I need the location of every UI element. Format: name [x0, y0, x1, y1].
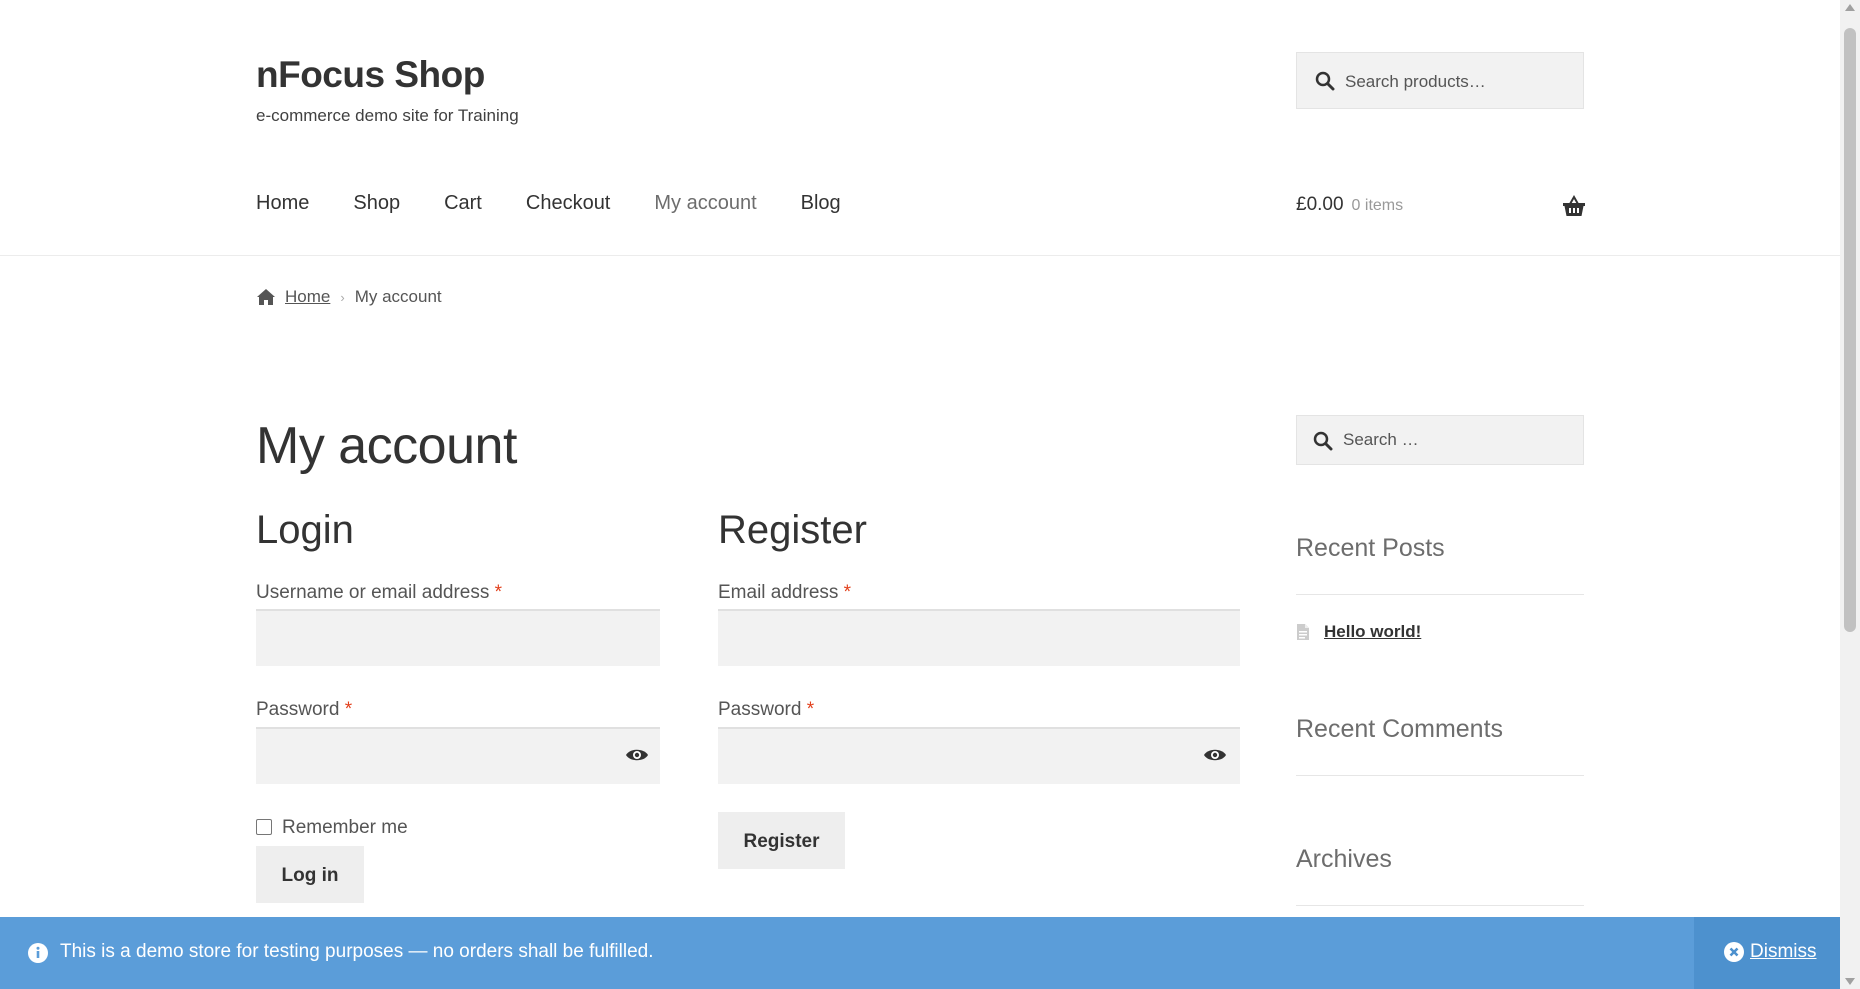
vertical-scrollbar[interactable]	[1840, 0, 1860, 989]
register-button[interactable]: Register	[718, 812, 845, 869]
register-email-input[interactable]	[718, 609, 1240, 666]
sidebar-search-box[interactable]: Search …	[1296, 415, 1584, 465]
primary-navigation: Home Shop Cart Checkout My account Blog	[256, 192, 841, 215]
nav-blog[interactable]: Blog	[801, 192, 841, 215]
register-heading: Register	[718, 508, 867, 552]
login-password-input[interactable]	[256, 727, 660, 784]
nav-shop[interactable]: Shop	[353, 192, 400, 215]
info-icon	[28, 943, 48, 963]
dismiss-area: Dismiss	[1694, 917, 1840, 989]
show-password-eye-icon[interactable]	[1203, 747, 1227, 763]
login-heading: Login	[256, 508, 354, 552]
breadcrumb-home-link[interactable]: Home	[285, 287, 330, 307]
site-tagline: e-commerce demo site for Training	[256, 106, 519, 125]
breadcrumb: Home › My account	[256, 287, 442, 307]
store-notice-message: This is a demo store for testing purpose…	[60, 941, 654, 962]
username-input[interactable]	[256, 609, 660, 666]
store-notice: This is a demo store for testing purpose…	[0, 917, 1840, 989]
dismiss-button[interactable]: Dismiss	[1724, 941, 1817, 963]
basket-icon[interactable]	[1562, 195, 1586, 217]
register-password-label: Password *	[718, 699, 814, 721]
recent-post-link[interactable]: Hello world!	[1324, 622, 1421, 642]
register-password-input[interactable]	[718, 727, 1240, 784]
nav-my-account[interactable]: My account	[654, 192, 756, 215]
required-marker: *	[806, 699, 815, 720]
nav-checkout[interactable]: Checkout	[526, 192, 611, 215]
username-label-text: Username or email address	[256, 582, 490, 603]
product-search-box[interactable]	[1296, 52, 1584, 110]
close-circle-icon	[1724, 942, 1744, 962]
register-email-label-text: Email address	[718, 582, 839, 603]
document-icon	[1297, 624, 1309, 640]
register-email-label: Email address *	[718, 582, 851, 604]
breadcrumb-separator-icon: ›	[340, 289, 345, 305]
site-title[interactable]: nFocus Shop	[256, 54, 485, 96]
breadcrumb-current: My account	[354, 287, 442, 306]
register-password-label-text: Password	[718, 699, 802, 720]
show-password-eye-icon[interactable]	[625, 747, 649, 763]
page-title: My account	[256, 417, 517, 475]
product-search-input[interactable]	[1343, 53, 1577, 110]
page: nFocus Shop e-commerce demo site for Tra…	[0, 0, 1840, 989]
remember-me-label[interactable]: Remember me	[282, 817, 408, 839]
recent-posts-title: Recent Posts	[1296, 534, 1445, 562]
scroll-up-arrow-icon[interactable]	[1845, 4, 1855, 11]
required-marker: *	[344, 699, 353, 720]
remember-me-checkbox[interactable]	[256, 819, 272, 835]
dismiss-label[interactable]: Dismiss	[1750, 941, 1817, 963]
scroll-down-arrow-icon[interactable]	[1845, 978, 1855, 985]
cart-item-count: 0 items	[1351, 197, 1404, 214]
username-label: Username or email address *	[256, 582, 502, 604]
search-icon	[1313, 431, 1333, 451]
required-marker: *	[494, 582, 503, 603]
cart-total: £0.00	[1296, 194, 1344, 215]
recent-comments-title: Recent Comments	[1296, 715, 1504, 743]
cart-summary[interactable]: £0.00 0 items	[1296, 194, 1403, 216]
widget-divider	[1296, 594, 1584, 595]
login-password-label-text: Password	[256, 699, 340, 720]
sidebar-search-placeholder[interactable]: Search …	[1343, 430, 1419, 450]
nav-home[interactable]: Home	[256, 192, 309, 215]
login-password-label: Password *	[256, 699, 352, 721]
recent-post-item: Hello world!	[1296, 622, 1421, 642]
widget-divider	[1296, 775, 1584, 776]
header-divider	[0, 255, 1840, 256]
home-icon	[257, 289, 275, 305]
required-marker: *	[843, 582, 852, 603]
login-button[interactable]: Log in	[256, 846, 364, 903]
search-icon	[1315, 71, 1335, 91]
widget-divider	[1296, 905, 1584, 906]
nav-cart[interactable]: Cart	[444, 192, 482, 215]
archives-title: Archives	[1296, 845, 1392, 873]
scrollbar-thumb[interactable]	[1844, 28, 1856, 632]
